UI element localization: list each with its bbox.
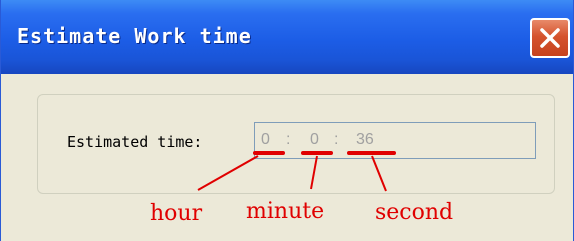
- title-bar[interactable]: Estimate Work time: [1, 0, 573, 74]
- estimated-time-label: Estimated time:: [67, 133, 203, 151]
- window-title: Estimate Work time: [17, 24, 252, 48]
- minute-annotation: minute: [246, 199, 325, 224]
- minute-field[interactable]: 0: [310, 131, 319, 149]
- estimated-time-picker[interactable]: 0 : 0 : 36: [254, 122, 536, 159]
- separator-1: :: [286, 131, 291, 148]
- close-button[interactable]: [530, 18, 570, 58]
- second-annotation: second: [375, 200, 454, 225]
- hour-field[interactable]: 0: [261, 131, 270, 149]
- hour-annotation: hour: [150, 201, 203, 226]
- second-field[interactable]: 36: [356, 131, 374, 149]
- close-icon: [540, 28, 560, 48]
- separator-2: :: [334, 131, 339, 148]
